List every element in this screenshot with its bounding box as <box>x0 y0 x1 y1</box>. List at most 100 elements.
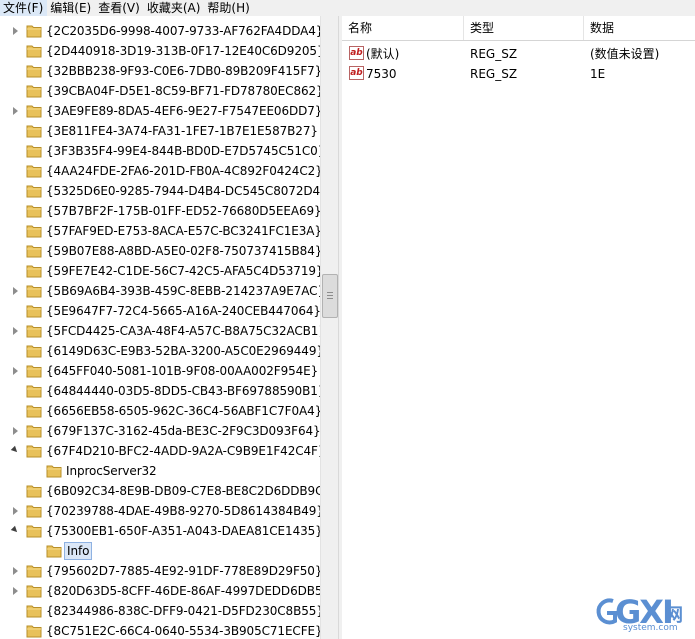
tree-item-label[interactable]: {39CBA04F-D5E1-8C59-BF71-FD78780EC862} <box>44 82 320 100</box>
tree-row[interactable]: {8C751E2C-66C4-0640-5534-3B905C71ECFE} <box>0 621 320 639</box>
tree-item-label[interactable]: {32BBB238-9F93-C0E6-7DB0-89B209F415F7} <box>44 62 320 80</box>
tree-item-label[interactable]: {645FF040-5081-101B-9F08-00AA002F954E} <box>44 362 320 380</box>
tree-item-label[interactable]: {75300EB1-650F-A351-A043-DAEA81CE1435} <box>44 522 320 540</box>
expand-arrow-icon[interactable] <box>10 445 20 455</box>
tree-row[interactable]: {82344986-838C-DFF9-0421-D5FD230C8B55} <box>0 601 320 621</box>
tree-row[interactable]: {57B7BF2F-175B-01FF-ED52-76680D5EEA69} <box>0 201 320 221</box>
menu-help[interactable]: 帮助(H) <box>204 0 253 16</box>
folder-icon <box>26 484 42 498</box>
tree-row[interactable]: {679F137C-3162-45da-BE3C-2F9C3D093F64} <box>0 421 320 441</box>
tree-item-label[interactable]: {3AE9FE89-8DA5-4EF6-9E27-F7547EE06DD7} <box>44 102 320 120</box>
tree-item-label[interactable]: {67F4D210-BFC2-4ADD-9A2A-C9B9E1F42C4F} <box>44 442 320 460</box>
tree-item-label[interactable]: {5B69A6B4-393B-459C-8EBB-214237A9E7AC} <box>44 282 320 300</box>
tree-item-label[interactable]: Info <box>64 542 93 560</box>
expand-arrow-icon[interactable] <box>10 525 20 535</box>
tree-item-label[interactable]: {57FAF9ED-E753-8ACA-E57C-BC3241FC1E3A} <box>44 222 320 240</box>
tree-row[interactable]: {3F3B35F4-99E4-844B-BD0D-E7D5745C51C0} <box>0 141 320 161</box>
tree-row[interactable]: {59B07E88-A8BD-A5E0-02F8-750737415B84} <box>0 241 320 261</box>
tree-row[interactable]: {795602D7-7885-4E92-91DF-778E89D29F50} <box>0 561 320 581</box>
tree-row[interactable]: {5FCD4425-CA3A-48F4-A57C-B8A75C32ACB1} <box>0 321 320 341</box>
tree-item-label[interactable]: InprocServer32 <box>64 462 159 480</box>
tree-row[interactable]: {6656EB58-6505-962C-36C4-56ABF1C7F0A4} <box>0 401 320 421</box>
tree-row[interactable]: {3E811FE4-3A74-FA31-1FE7-1B7E1E587B27} <box>0 121 320 141</box>
tree-row[interactable]: {645FF040-5081-101B-9F08-00AA002F954E} <box>0 361 320 381</box>
collapse-arrow-icon[interactable] <box>13 27 18 35</box>
menu-edit[interactable]: 编辑(E) <box>47 0 95 16</box>
tree-item-label[interactable]: {795602D7-7885-4E92-91DF-778E89D29F50} <box>44 562 320 580</box>
tree-item-label[interactable]: {8C751E2C-66C4-0640-5534-3B905C71ECFE} <box>44 622 320 639</box>
tree-row[interactable]: Info <box>0 541 320 561</box>
tree-item-label[interactable]: {2D440918-3D19-313B-0F17-12E40C6D9205} <box>44 42 320 60</box>
folder-icon <box>26 344 42 358</box>
tree-item-label[interactable]: {3E811FE4-3A74-FA31-1FE7-1B7E1E587B27} <box>44 122 320 140</box>
tree-row[interactable]: {6B092C34-8E9B-DB09-C7E8-BE8C2D6DDB9C} <box>0 481 320 501</box>
collapse-arrow-icon[interactable] <box>13 367 18 375</box>
tree-row[interactable]: {70239788-4DAE-49B8-9270-5D8614384B49} <box>0 501 320 521</box>
folder-icon <box>26 204 42 218</box>
menu-bar: 文件(F) 编辑(E) 查看(V) 收藏夹(A) 帮助(H) <box>0 0 695 16</box>
menu-file[interactable]: 文件(F) <box>0 0 48 16</box>
tree-row[interactable]: {820D63D5-8CFF-46DE-86AF-4997DEDD6DB5} <box>0 581 320 601</box>
tree-row[interactable]: {4AA24FDE-2FA6-201D-FB0A-4C892F0424C2} <box>0 161 320 181</box>
tree-row[interactable]: {6149D63C-E9B3-52BA-3200-A5C0E2969449} <box>0 341 320 361</box>
tree-item-label[interactable]: {4AA24FDE-2FA6-201D-FB0A-4C892F0424C2} <box>44 162 320 180</box>
folder-icon <box>26 324 42 338</box>
tree-row[interactable]: {3AE9FE89-8DA5-4EF6-9E27-F7547EE06DD7} <box>0 101 320 121</box>
tree-item-label[interactable]: {5E9647F7-72C4-5665-A16A-240CEB447064} <box>44 302 320 320</box>
tree-item-label[interactable]: {820D63D5-8CFF-46DE-86AF-4997DEDD6DB5} <box>44 582 320 600</box>
tree-item-label[interactable]: {5FCD4425-CA3A-48F4-A57C-B8A75C32ACB1} <box>44 322 320 340</box>
tree-row[interactable]: {59FE7E42-C1DE-56C7-42C5-AFA5C4D53719} <box>0 261 320 281</box>
tree-row[interactable]: {57FAF9ED-E753-8ACA-E57C-BC3241FC1E3A} <box>0 221 320 241</box>
collapse-arrow-icon[interactable] <box>13 427 18 435</box>
folder-icon <box>26 24 42 38</box>
folder-icon <box>26 144 42 158</box>
tree-item-label[interactable]: {3F3B35F4-99E4-844B-BD0D-E7D5745C51C0} <box>44 142 320 160</box>
column-header-data[interactable]: 数据 <box>584 16 695 40</box>
collapse-arrow-icon[interactable] <box>13 287 18 295</box>
column-header-type[interactable]: 类型 <box>464 16 584 40</box>
tree-row[interactable]: {5E9647F7-72C4-5665-A16A-240CEB447064} <box>0 301 320 321</box>
registry-values-list: 名称 类型 数据 ab (默认) REG_SZ (数值未设置) ab 7530 REG_SZ… <box>342 16 695 639</box>
tree-item-label[interactable]: {64844440-03D5-8DD5-CB43-BF69788590B1} <box>44 382 320 400</box>
tree-item-label[interactable]: {2C2035D6-9998-4007-9733-AF762FA4DDA4} <box>44 22 320 40</box>
tree-row[interactable]: {67F4D210-BFC2-4ADD-9A2A-C9B9E1F42C4F} <box>0 441 320 461</box>
value-name: 7530 <box>366 67 397 81</box>
tree-item-label[interactable]: {59FE7E42-C1DE-56C7-42C5-AFA5C4D53719} <box>44 262 320 280</box>
tree-row[interactable]: {32BBB238-9F93-C0E6-7DB0-89B209F415F7} <box>0 61 320 81</box>
tree-item-label[interactable]: {679F137C-3162-45da-BE3C-2F9C3D093F64} <box>44 422 320 440</box>
tree-row[interactable]: InprocServer32 <box>0 461 320 481</box>
tree-item-label[interactable]: {6B092C34-8E9B-DB09-C7E8-BE8C2D6DDB9C} <box>44 482 320 500</box>
tree-item-label[interactable]: {82344986-838C-DFF9-0421-D5FD230C8B55} <box>44 602 320 620</box>
column-header-name[interactable]: 名称 <box>342 16 464 40</box>
collapse-arrow-icon[interactable] <box>13 327 18 335</box>
tree-row[interactable]: {5325D6E0-9285-7944-D4B4-DC545C8072D4} <box>0 181 320 201</box>
tree-item-label[interactable]: {6656EB58-6505-962C-36C4-56ABF1C7F0A4} <box>44 402 320 420</box>
tree-item-label[interactable]: {5325D6E0-9285-7944-D4B4-DC545C8072D4} <box>44 182 320 200</box>
registry-key-tree[interactable]: {2C2035D6-9998-4007-9733-AF762FA4DDA4} {2… <box>0 16 320 639</box>
tree-row[interactable]: {2D440918-3D19-313B-0F17-12E40C6D9205} <box>0 41 320 61</box>
scrollbar-thumb[interactable] <box>322 274 338 318</box>
collapse-arrow-icon[interactable] <box>13 107 18 115</box>
collapse-arrow-icon[interactable] <box>13 567 18 575</box>
collapse-arrow-icon[interactable] <box>13 587 18 595</box>
folder-icon <box>26 224 42 238</box>
tree-row[interactable]: {39CBA04F-D5E1-8C59-BF71-FD78780EC862} <box>0 81 320 101</box>
tree-row[interactable]: {2C2035D6-9998-4007-9733-AF762FA4DDA4} <box>0 21 320 41</box>
string-value-icon: ab <box>349 66 364 80</box>
tree-item-label[interactable]: {70239788-4DAE-49B8-9270-5D8614384B49} <box>44 502 320 520</box>
value-data: 1E <box>590 67 606 81</box>
value-row[interactable]: ab 7530 REG_SZ 1E <box>342 64 695 84</box>
folder-icon <box>26 504 42 518</box>
tree-row[interactable]: {64844440-03D5-8DD5-CB43-BF69788590B1} <box>0 381 320 401</box>
tree-item-label[interactable]: {59B07E88-A8BD-A5E0-02F8-750737415B84} <box>44 242 320 260</box>
menu-view[interactable]: 查看(V) <box>95 0 144 16</box>
menu-favorites[interactable]: 收藏夹(A) <box>144 0 205 16</box>
value-row[interactable]: ab (默认) REG_SZ (数值未设置) <box>342 44 695 64</box>
tree-scrollbar[interactable] <box>320 16 338 639</box>
tree-item-label[interactable]: {57B7BF2F-175B-01FF-ED52-76680D5EEA69} <box>44 202 320 220</box>
tree-row[interactable]: {5B69A6B4-393B-459C-8EBB-214237A9E7AC} <box>0 281 320 301</box>
collapse-arrow-icon[interactable] <box>13 507 18 515</box>
tree-item-label[interactable]: {6149D63C-E9B3-52BA-3200-A5C0E2969449} <box>44 342 320 360</box>
tree-row[interactable]: {75300EB1-650F-A351-A043-DAEA81CE1435} <box>0 521 320 541</box>
value-name: (默认) <box>366 47 400 61</box>
